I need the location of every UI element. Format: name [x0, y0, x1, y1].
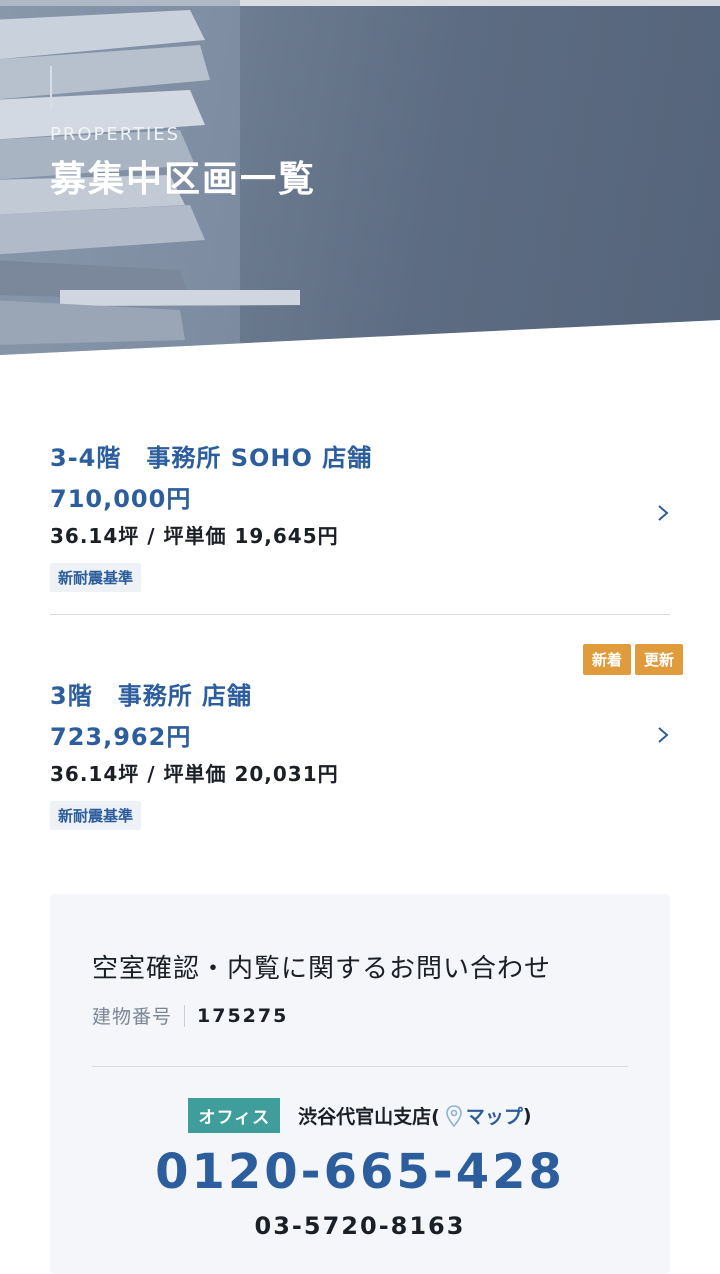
contact-box: 空室確認・内覧に関するお問い合わせ 建物番号 175275 オフィス 渋谷代官山… — [50, 894, 670, 1274]
contact-heading: 空室確認・内覧に関するお問い合わせ — [92, 954, 552, 984]
branch-label: 渋谷代官山支店( — [298, 1106, 440, 1128]
map-link[interactable]: マップ — [446, 1102, 523, 1129]
new-badge: 新着 — [582, 644, 631, 675]
hero-accent-line — [50, 66, 52, 110]
property-badges: 新着 更新 — [582, 644, 683, 675]
branch-name: 渋谷代官山支店( マップ ) — [298, 1102, 531, 1129]
hero-eyebrow: PROPERTIES — [50, 124, 181, 145]
office-row: オフィス 渋谷代官山支店( マップ ) — [50, 1098, 670, 1133]
property-price: 723,962円 — [50, 723, 192, 751]
building-number-row: 建物番号 175275 — [92, 1002, 288, 1029]
property-name: 3階 事務所 店舗 — [50, 682, 253, 710]
contact-divider — [92, 1066, 628, 1067]
map-link-label: マップ — [465, 1106, 523, 1128]
office-tag: オフィス — [188, 1098, 281, 1133]
property-area: 36.14坪 / 坪単価 19,645円 — [50, 524, 339, 548]
hero-banner: PROPERTIES 募集中区画一覧 — [0, 0, 720, 355]
property-tag: 新耐震基準 — [50, 801, 142, 830]
updated-badge: 更新 — [634, 644, 683, 675]
map-pin-icon — [446, 1104, 462, 1127]
property-tag: 新耐震基準 — [50, 563, 142, 592]
building-number-separator — [184, 1004, 186, 1027]
page-title: 募集中区画一覧 — [50, 158, 317, 200]
toll-free-phone[interactable]: 0120-665-428 — [50, 1144, 670, 1200]
property-divider — [50, 614, 670, 615]
office-phone[interactable]: 03-5720-8163 — [50, 1212, 670, 1240]
chevron-right-icon[interactable] — [656, 726, 670, 743]
property-card[interactable]: 3-4階 事務所 SOHO 店舗 710,000円 36.14坪 / 坪単価 1… — [50, 438, 670, 592]
building-number-label: 建物番号 — [92, 1006, 173, 1028]
property-price: 710,000円 — [50, 485, 192, 513]
property-area: 36.14坪 / 坪単価 20,031円 — [50, 762, 339, 786]
chevron-right-icon[interactable] — [656, 504, 670, 521]
property-card[interactable]: 3階 事務所 店舗 723,962円 36.14坪 / 坪単価 20,031円 … — [50, 676, 670, 830]
building-number-value: 175275 — [197, 1004, 289, 1027]
property-name: 3-4階 事務所 SOHO 店舗 — [50, 444, 373, 472]
branch-close: ) — [522, 1104, 532, 1127]
